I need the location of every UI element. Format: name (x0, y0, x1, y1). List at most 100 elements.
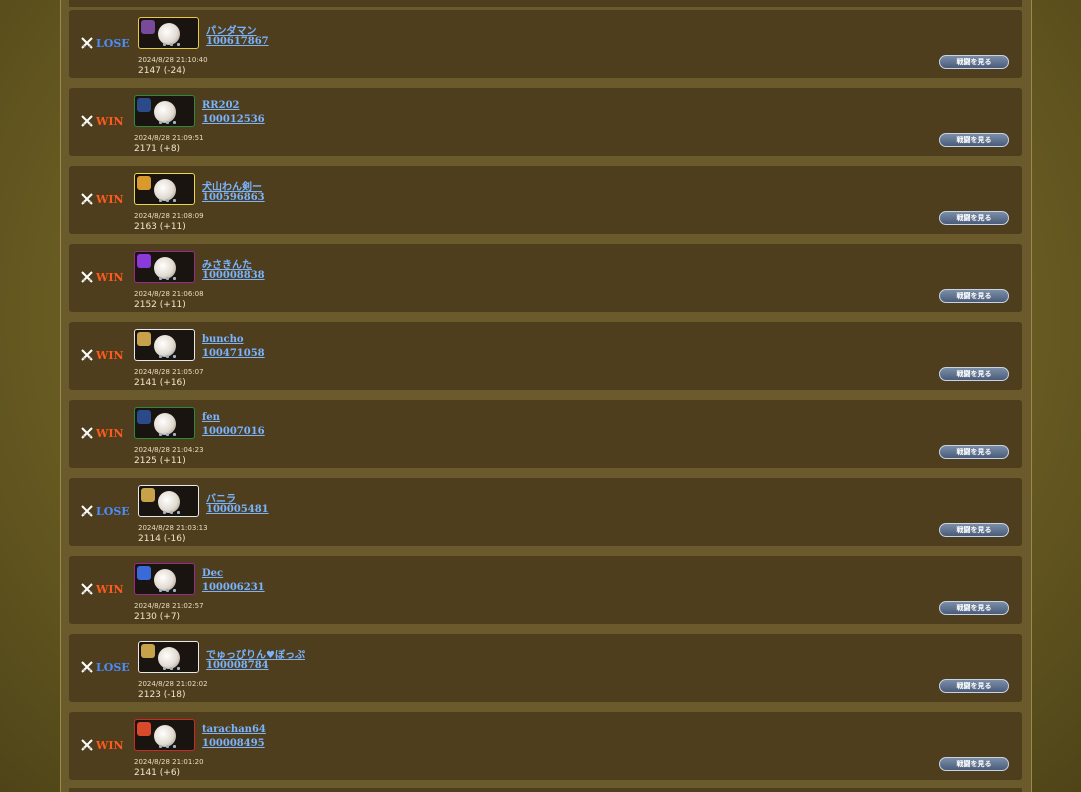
match-row: WIN 犬山わん剣ー 100596863 2024/8/28 21:08:09 … (69, 166, 1022, 234)
equipment-dots-icon (157, 432, 177, 437)
previous-row-edge (69, 0, 1022, 7)
rarity-badge-icon (141, 644, 155, 658)
opponent-name-link[interactable]: パンダマン (206, 22, 257, 37)
result-indicator: WIN (81, 582, 124, 596)
watch-battle-button[interactable]: 戦闘を見る (939, 601, 1009, 615)
result-indicator: LOSE (81, 660, 130, 674)
watch-battle-button[interactable]: 戦闘を見る (939, 757, 1009, 771)
rating-change: 2125 (+11) (134, 456, 186, 466)
result-indicator: WIN (81, 348, 124, 362)
result-label: LOSE (96, 36, 130, 50)
watch-battle-button[interactable]: 戦闘を見る (939, 55, 1009, 69)
crossed-swords-icon (81, 271, 93, 283)
opponent-id-link[interactable]: 100005481 (206, 504, 269, 515)
result-indicator: WIN (81, 426, 124, 440)
crossed-swords-icon (81, 115, 93, 127)
rating-change: 2130 (+7) (134, 612, 181, 622)
equipment-dots-icon (157, 744, 177, 749)
battle-timestamp: 2024/8/28 21:05:07 (134, 368, 204, 376)
match-row: LOSE バニラ 100005481 2024/8/28 21:03:13 21… (69, 478, 1022, 546)
battle-timestamp: 2024/8/28 21:09:51 (134, 134, 204, 142)
opponent-id-link[interactable]: 100008495 (202, 738, 265, 749)
opponent-id-link[interactable]: 100007016 (202, 426, 265, 437)
result-label: WIN (96, 270, 124, 284)
deck-thumbnail (134, 407, 195, 439)
opponent-name-link[interactable]: tarachan64 (202, 724, 266, 735)
opponent-name-link[interactable]: buncho (202, 334, 244, 345)
deck-thumbnail (138, 17, 199, 49)
battle-timestamp: 2024/8/28 21:10:40 (138, 56, 208, 64)
result-indicator: WIN (81, 738, 124, 752)
match-row: WIN tarachan64 100008495 2024/8/28 21:01… (69, 712, 1022, 780)
crossed-swords-icon (81, 739, 93, 751)
equipment-dots-icon (161, 510, 181, 515)
deck-thumbnail (134, 563, 195, 595)
opponent-name-link[interactable]: バニラ (206, 490, 236, 505)
opponent-id-link[interactable]: 100596863 (202, 192, 265, 203)
battle-history-panel: LOSE パンダマン 100617867 2024/8/28 21:10:40 … (60, 0, 1032, 792)
opponent-name-link[interactable]: みさきんた (202, 256, 252, 271)
result-indicator: WIN (81, 192, 124, 206)
rating-change: 2141 (+6) (134, 768, 181, 778)
rarity-badge-icon (141, 488, 155, 502)
watch-battle-button[interactable]: 戦闘を見る (939, 289, 1009, 303)
equipment-dots-icon (161, 42, 181, 47)
result-label: WIN (96, 426, 124, 440)
rarity-badge-icon (137, 332, 151, 346)
rating-change: 2152 (+11) (134, 300, 186, 310)
opponent-id-link[interactable]: 100617867 (206, 36, 269, 47)
result-label: WIN (96, 582, 124, 596)
watch-battle-button[interactable]: 戦闘を見る (939, 367, 1009, 381)
result-label: WIN (96, 114, 124, 128)
result-label: WIN (96, 348, 124, 362)
deck-thumbnail (134, 329, 195, 361)
equipment-dots-icon (157, 276, 177, 281)
rarity-badge-icon (137, 410, 151, 424)
opponent-name-link[interactable]: でゅっぴりん♥ぼっぷ (206, 646, 305, 661)
watch-battle-button[interactable]: 戦闘を見る (939, 133, 1009, 147)
watch-battle-button[interactable]: 戦闘を見る (939, 211, 1009, 225)
result-indicator: WIN (81, 114, 124, 128)
result-indicator: LOSE (81, 36, 130, 50)
rarity-badge-icon (137, 98, 151, 112)
equipment-dots-icon (157, 588, 177, 593)
deck-thumbnail (138, 485, 199, 517)
rarity-badge-icon (137, 566, 151, 580)
opponent-id-link[interactable]: 100471058 (202, 348, 265, 359)
match-row: WIN buncho 100471058 2024/8/28 21:05:07 … (69, 322, 1022, 390)
watch-battle-button[interactable]: 戦闘を見る (939, 445, 1009, 459)
watch-battle-button[interactable]: 戦闘を見る (939, 523, 1009, 537)
match-row: LOSE でゅっぴりん♥ぼっぷ 100008784 2024/8/28 21:0… (69, 634, 1022, 702)
opponent-id-link[interactable]: 100012536 (202, 114, 265, 125)
opponent-id-link[interactable]: 100006231 (202, 582, 265, 593)
deck-thumbnail (134, 719, 195, 751)
result-indicator: LOSE (81, 504, 130, 518)
result-label: WIN (96, 738, 124, 752)
deck-thumbnail (134, 173, 195, 205)
equipment-dots-icon (157, 198, 177, 203)
crossed-swords-icon (81, 661, 93, 673)
watch-battle-button[interactable]: 戦闘を見る (939, 679, 1009, 693)
battle-timestamp: 2024/8/28 21:02:02 (138, 680, 208, 688)
rating-change: 2123 (-18) (138, 690, 186, 700)
opponent-name-link[interactable]: 犬山わん剣ー (202, 178, 262, 193)
rating-change: 2141 (+16) (134, 378, 186, 388)
rating-change: 2163 (+11) (134, 222, 186, 232)
opponent-name-link[interactable]: fen (202, 412, 220, 423)
match-row: WIN fen 100007016 2024/8/28 21:04:23 212… (69, 400, 1022, 468)
rating-change: 2114 (-16) (138, 534, 186, 544)
battle-timestamp: 2024/8/28 21:06:08 (134, 290, 204, 298)
match-row: WIN Dec 100006231 2024/8/28 21:02:57 213… (69, 556, 1022, 624)
opponent-id-link[interactable]: 100008784 (206, 660, 269, 671)
crossed-swords-icon (81, 427, 93, 439)
match-row: LOSE パンダマン 100617867 2024/8/28 21:10:40 … (69, 10, 1022, 78)
crossed-swords-icon (81, 505, 93, 517)
equipment-dots-icon (161, 666, 181, 671)
opponent-name-link[interactable]: RR202 (202, 100, 240, 111)
opponent-name-link[interactable]: Dec (202, 568, 223, 579)
rating-change: 2171 (+8) (134, 144, 181, 154)
equipment-dots-icon (157, 354, 177, 359)
crossed-swords-icon (81, 349, 93, 361)
opponent-id-link[interactable]: 100008838 (202, 270, 265, 281)
match-row: WIN みさきんた 100008838 2024/8/28 21:06:08 2… (69, 244, 1022, 312)
